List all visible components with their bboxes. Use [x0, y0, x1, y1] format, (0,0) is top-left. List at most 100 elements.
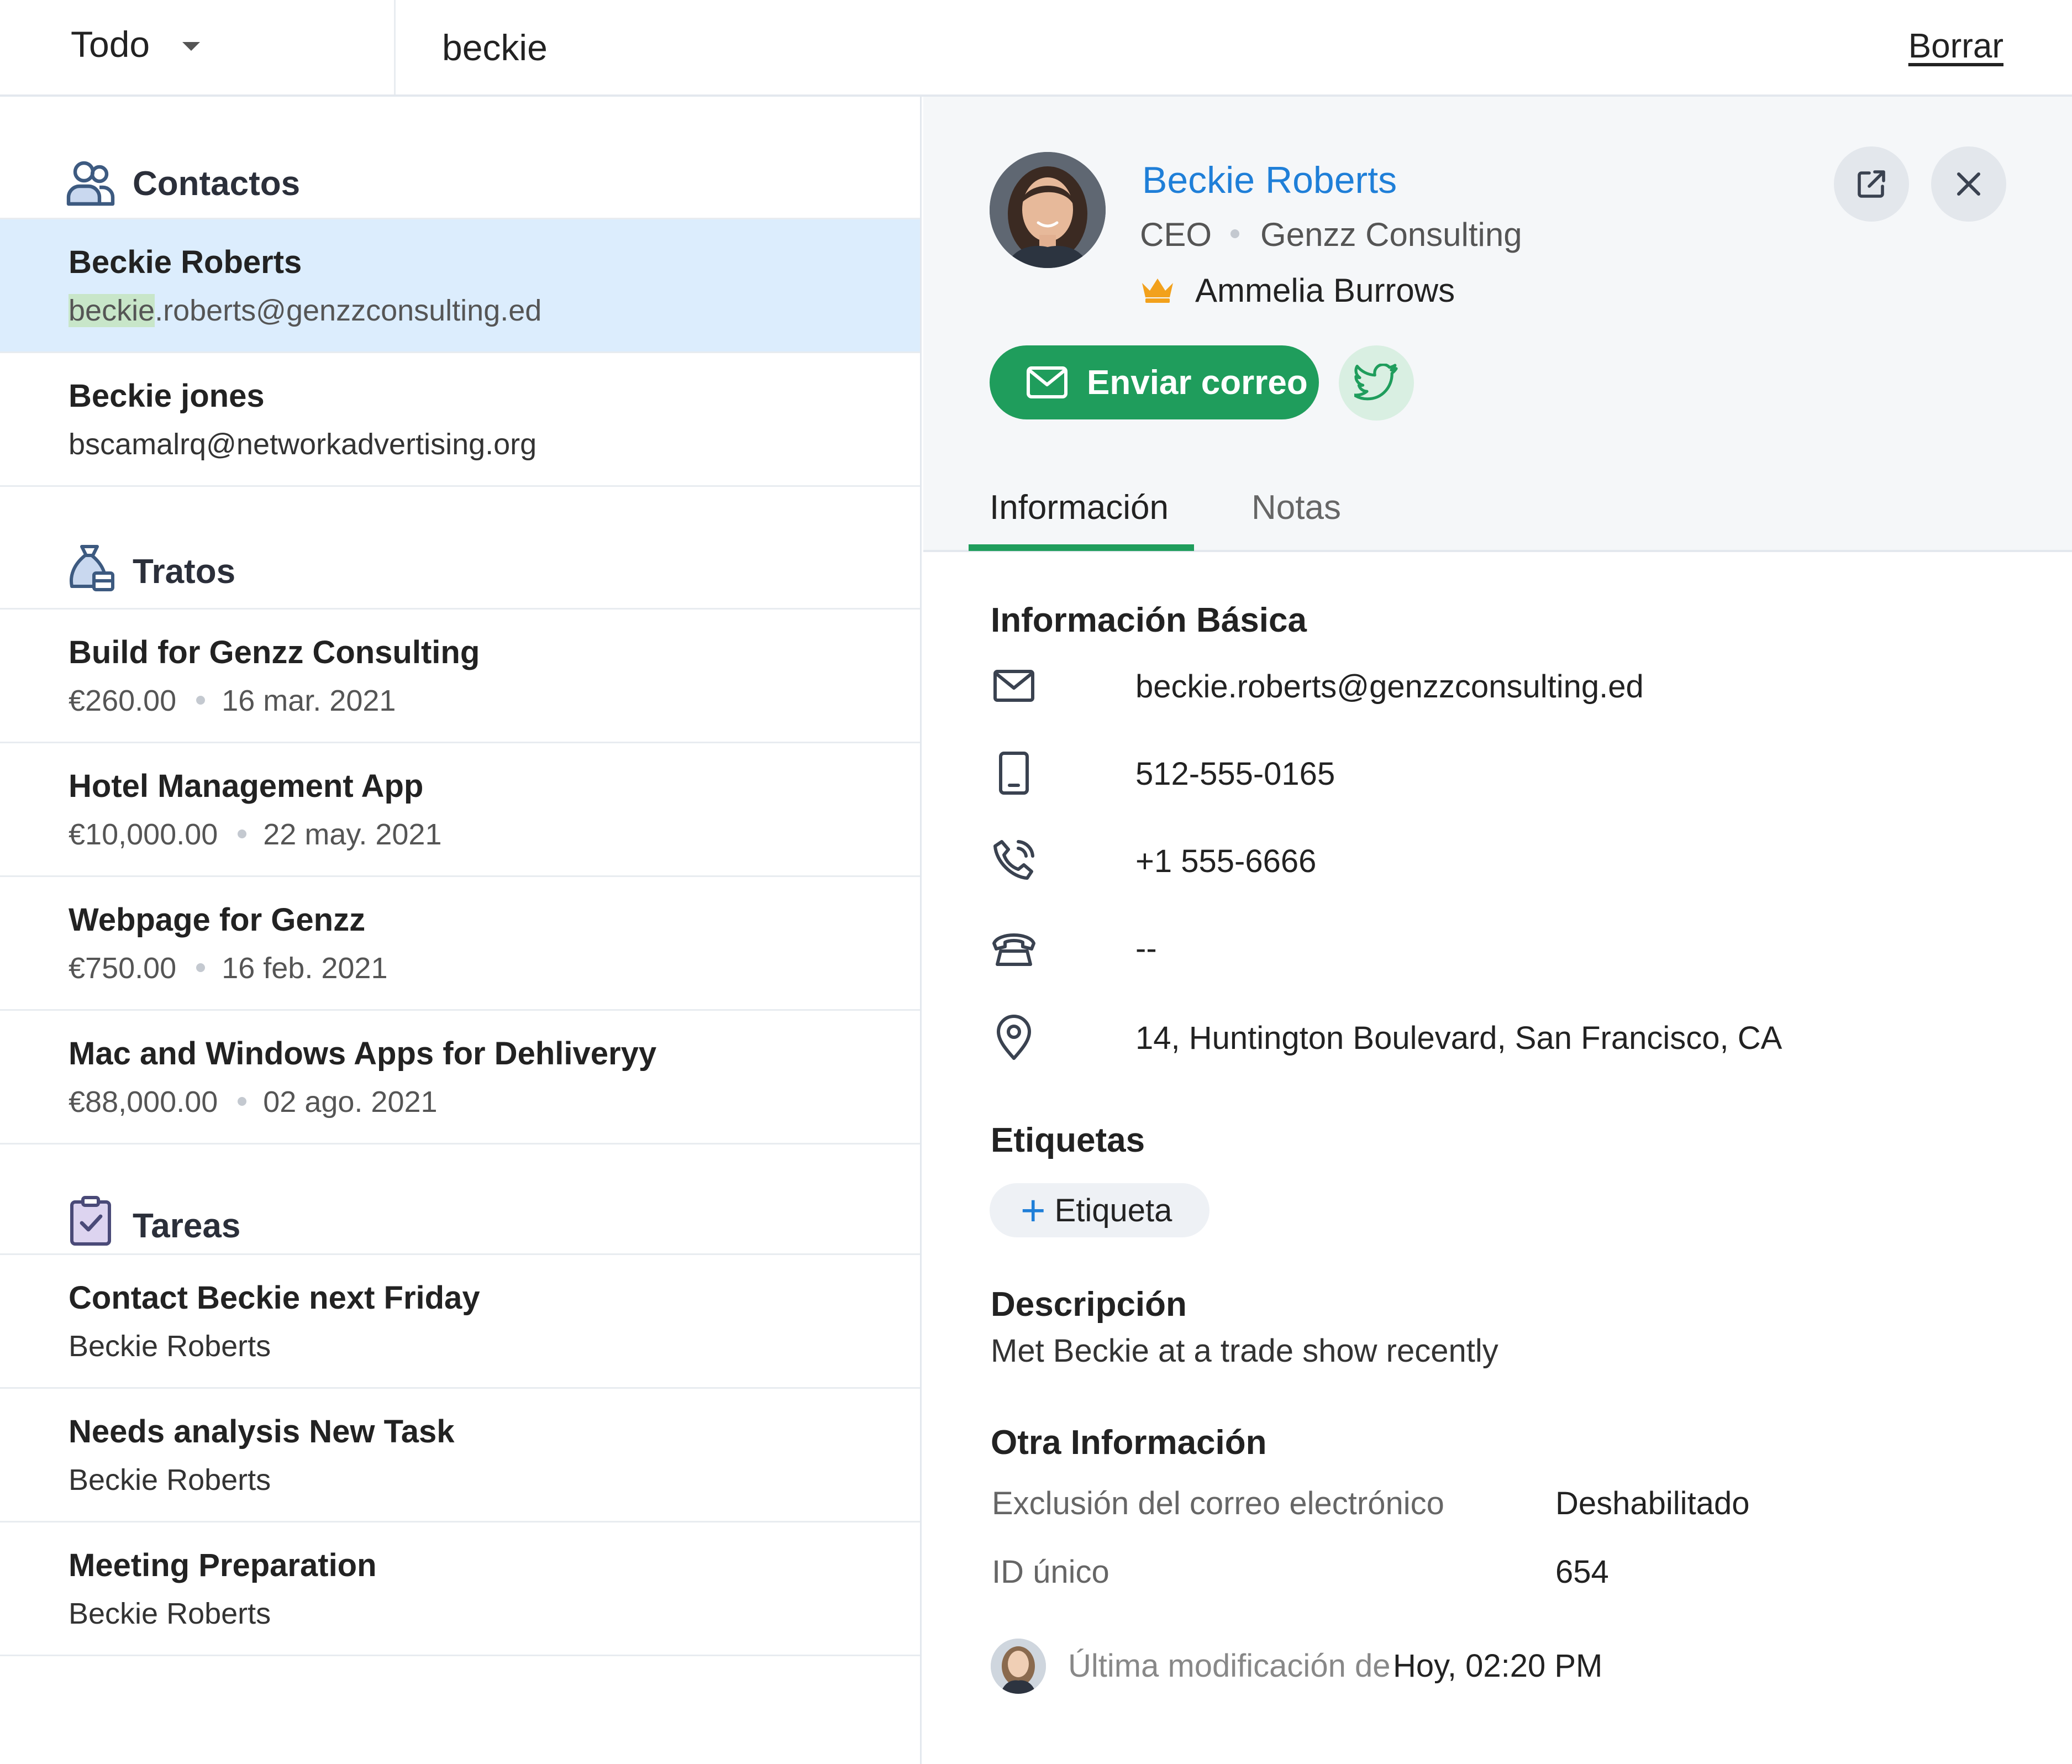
clear-button[interactable]: Borrar: [1908, 27, 2003, 66]
deal-amount: €10,000.00: [69, 818, 218, 851]
description-heading: Descripción: [991, 1285, 1187, 1324]
location-pin-icon: [997, 1015, 1031, 1060]
search-input[interactable]: [442, 21, 1823, 74]
tasks-section-header: Tareas: [0, 1144, 920, 1255]
mobile-icon: [999, 752, 1029, 795]
phone-icon: [993, 840, 1034, 880]
deal-result[interactable]: Build for Genzz Consulting €260.00 16 mar…: [0, 610, 920, 743]
search-bar: Todo Borrar: [0, 0, 2072, 97]
deal-title: Build for Genzz Consulting: [69, 634, 480, 670]
task-result[interactable]: Contact Beckie next Friday Beckie Robert…: [0, 1255, 920, 1389]
tasks-section-title: Tareas: [133, 1207, 241, 1245]
send-email-button[interactable]: Enviar correo: [990, 345, 1319, 419]
task-title: Contact Beckie next Friday: [69, 1280, 480, 1316]
separator-dot: [238, 829, 247, 838]
contact-result[interactable]: Beckie jones bscamalrq@networkadvertisin…: [0, 353, 920, 487]
add-tag-button[interactable]: + Etiqueta: [990, 1183, 1209, 1237]
close-icon: [1957, 172, 1980, 196]
company-name: Genzz Consulting: [1260, 216, 1522, 253]
tab-notas[interactable]: Notas: [1251, 488, 1341, 527]
deal-date: 16 mar. 2021: [222, 684, 396, 717]
task-title: Meeting Preparation: [69, 1547, 377, 1583]
chevron-down-icon: [182, 42, 200, 51]
add-tag-label: Etiqueta: [1054, 1192, 1172, 1229]
mail-icon: [993, 670, 1034, 702]
contacts-section-title: Contactos: [133, 165, 301, 203]
avatar: [991, 1639, 1046, 1694]
send-email-label: Enviar correo: [1087, 363, 1308, 402]
contact-result[interactable]: Beckie Roberts beckie.roberts@genzzconsu…: [0, 219, 920, 353]
unique-id-value: 654: [1555, 1554, 1609, 1590]
deal-amount: €750.00: [69, 952, 177, 985]
plus-icon: +: [1021, 1186, 1046, 1235]
task-result[interactable]: Meeting Preparation Beckie Roberts: [0, 1523, 920, 1656]
email-rest: .roberts@genzzconsulting.ed: [155, 294, 542, 327]
deal-date: 22 may. 2021: [263, 818, 442, 851]
deal-result[interactable]: Mac and Windows Apps for Dehliveryy €88,…: [0, 1011, 920, 1144]
contacts-icon: [66, 161, 115, 206]
owner: Ammelia Burrows: [1140, 271, 1455, 309]
scope-label: Todo: [71, 24, 150, 65]
match-highlight: beckie: [69, 294, 155, 327]
contact-email: beckie.roberts@genzzconsulting.ed: [69, 293, 541, 328]
unique-id-label: ID único: [992, 1554, 1109, 1590]
task-contact: Beckie Roberts: [69, 1463, 271, 1497]
last-modified-label: Última modificación de: [1068, 1648, 1391, 1684]
modifier-photo: [991, 1639, 1046, 1694]
contact-meta: CEO Genzz Consulting: [1140, 216, 1522, 254]
task-contact: Beckie Roberts: [69, 1597, 271, 1630]
home-phone-row: --: [991, 922, 2041, 978]
home-phone-icon: [992, 933, 1035, 966]
address-row: 14, Huntington Boulevard, San Francisco,…: [991, 1012, 2041, 1067]
crown-icon: [1142, 279, 1173, 303]
avatar: [990, 152, 1106, 268]
last-modified: Última modificación de Hoy, 02:20 PM: [991, 1639, 2041, 1699]
deal-result[interactable]: Webpage for Genzz €750.00 16 feb. 2021: [0, 877, 920, 1011]
external-link-icon: [1858, 170, 1885, 198]
task-title: Needs analysis New Task: [69, 1414, 455, 1450]
scope-dropdown[interactable]: Todo: [0, 0, 396, 95]
job-title: CEO: [1140, 216, 1212, 253]
deal-meta: €10,000.00 22 may. 2021: [69, 817, 441, 852]
deals-bag-icon: [70, 545, 114, 591]
contact-name: Beckie jones: [69, 378, 265, 414]
deals-section-header: Tratos: [0, 487, 920, 610]
deal-title: Mac and Windows Apps for Dehliveryy: [69, 1036, 657, 1072]
task-result[interactable]: Needs analysis New Task Beckie Roberts: [0, 1389, 920, 1523]
close-button[interactable]: [1931, 146, 2006, 222]
tab-informacion[interactable]: Información: [990, 488, 1169, 527]
active-tab-indicator: [969, 544, 1194, 551]
deals-section-title: Tratos: [133, 553, 236, 591]
open-external-button[interactable]: [1834, 146, 1909, 222]
last-modified-value: Hoy, 02:20 PM: [1393, 1648, 1603, 1684]
deal-title: Hotel Management App: [69, 768, 424, 804]
deal-amount: €88,000.00: [69, 1085, 218, 1119]
contact-name-link[interactable]: Beckie Roberts: [1142, 159, 1397, 202]
twitter-button[interactable]: [1339, 345, 1414, 421]
results-list: Contactos Beckie Roberts beckie.roberts@…: [0, 97, 922, 1764]
contact-detail-panel: Beckie Roberts CEO Genzz Consulting Ammel…: [923, 97, 2072, 1764]
task-contact: Beckie Roberts: [69, 1330, 271, 1363]
owner-name: Ammelia Burrows: [1195, 272, 1455, 309]
email-value[interactable]: beckie.roberts@genzzconsulting.ed: [1135, 668, 1644, 705]
deal-date: 02 ago. 2021: [263, 1085, 438, 1119]
mobile-value[interactable]: 512-555-0165: [1135, 755, 1335, 792]
other-info-heading: Otra Información: [991, 1424, 1267, 1462]
home-phone-value: --: [1135, 931, 1157, 967]
address-value[interactable]: 14, Huntington Boulevard, San Francisco,…: [1135, 1020, 1782, 1057]
deal-meta: €88,000.00 02 ago. 2021: [69, 1085, 438, 1119]
contact-email: bscamalrq@networkadvertising.org: [69, 428, 537, 461]
tags-heading: Etiquetas: [991, 1121, 1145, 1159]
separator-dot: [196, 695, 206, 705]
deal-result[interactable]: Hotel Management App €10,000.00 22 may. 2…: [0, 743, 920, 877]
contact-photo: [990, 152, 1106, 268]
email-row: beckie.roberts@genzzconsulting.ed: [991, 660, 2041, 716]
phone-value[interactable]: +1 555-6666: [1135, 843, 1316, 880]
email-optout-value: Deshabilitado: [1555, 1485, 1750, 1521]
deal-meta: €750.00 16 feb. 2021: [69, 951, 387, 985]
deal-date: 16 feb. 2021: [222, 952, 388, 985]
email-optout-label: Exclusión del correo electrónico: [992, 1485, 1444, 1521]
twitter-icon: [1354, 364, 1398, 401]
basic-info-heading: Información Básica: [991, 601, 1307, 639]
separator-dot: [1230, 229, 1240, 239]
